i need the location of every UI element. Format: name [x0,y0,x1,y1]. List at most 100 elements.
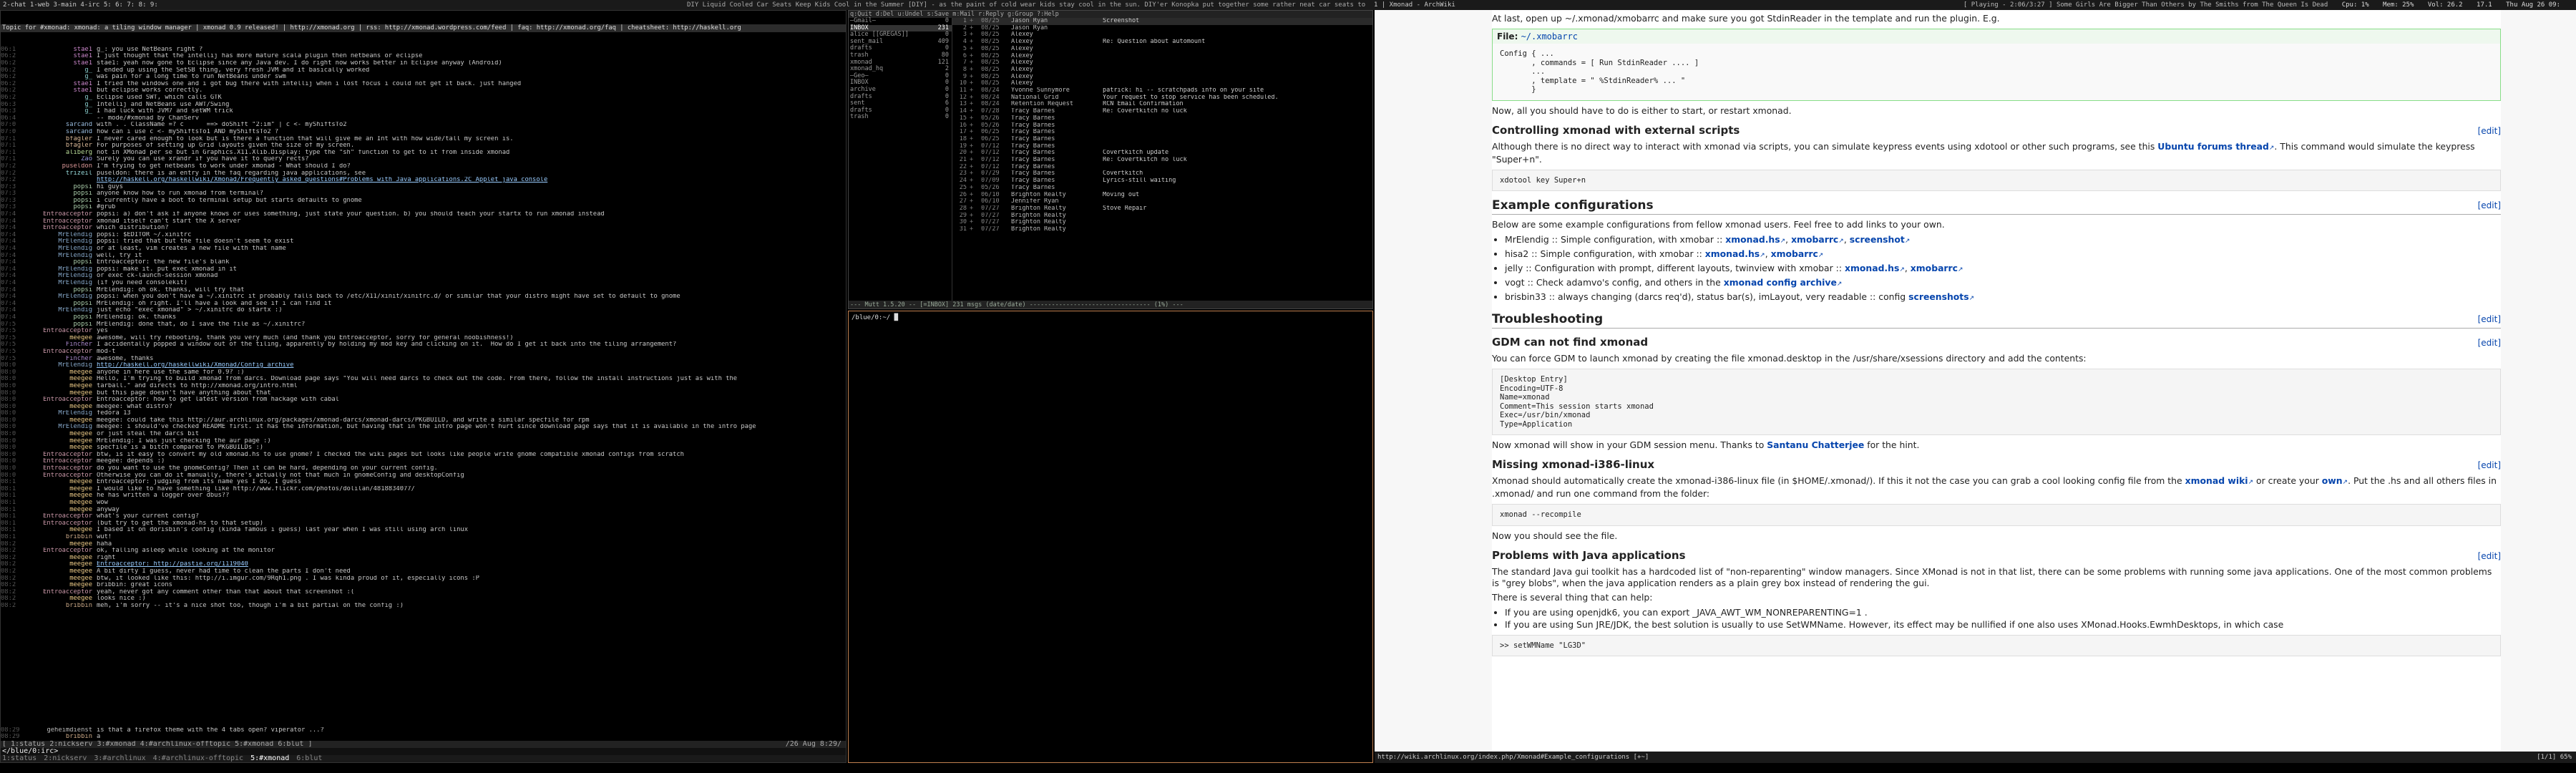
irc-nick[interactable]: bfagler [19,136,97,143]
xmonad-wiki-link[interactable]: xmonad wiki [2185,475,2248,486]
mailbox-item[interactable]: drafts 0 [850,93,952,101]
irc-nick[interactable]: Fincher [19,356,97,363]
irc-nick[interactable]: meegee [19,438,97,445]
message-row[interactable]: 30 +07/27 Brighton Realty [952,219,1372,226]
irc-nick[interactable] [19,177,97,184]
irc-tab[interactable]: 4:#archlinux-offtopic [153,754,243,762]
irc-nick[interactable]: popsi [19,314,97,321]
message-row[interactable]: 11 +08/24 Yvonne Sunnymore patrick: hi -- s… [952,87,1372,94]
own-config-link[interactable]: own [2322,475,2343,486]
message-row[interactable]: 8 +08/25 Alexey [952,67,1372,74]
config-link[interactable]: screenshot [1850,234,1905,245]
message-row[interactable]: 20 +07/12 Tracy Barnes Covertkitch update [952,150,1372,157]
message-row[interactable]: 3 +08/25 Alexey [952,31,1372,39]
irc-nick[interactable]: Entroacceptor [19,548,97,555]
edit-link[interactable]: [edit] [2478,460,2501,470]
message-row[interactable]: 16 +05/26 Tracy Barnes [952,122,1372,130]
message-row[interactable]: 17 +06/25 Tracy Barnes [952,129,1372,136]
irc-nick[interactable]: meegee [19,527,97,534]
irc-nick[interactable]: meegee [19,369,97,376]
message-row[interactable]: 15 +05/26 Tracy Barnes [952,115,1372,122]
irc-nick[interactable]: Entroacceptor [19,218,97,225]
irc-nick[interactable]: g_ [19,108,97,115]
irc-tab[interactable]: 2:nickserv [44,754,87,762]
message-row[interactable]: 14 +07/28 Tracy Barnes Re: Covertkitch no l… [952,108,1372,115]
message-row[interactable]: 10 +08/25 Alexey [952,80,1372,87]
irc-nick[interactable]: meegee [19,595,97,603]
irc-nick[interactable]: meegee [19,500,97,507]
irc-nick[interactable]: meegee [19,390,97,397]
message-row[interactable]: 22 +07/12 Tracy Barnes [952,164,1372,171]
message-row[interactable]: 26 +06/10 Brighton Realty Moving out [952,192,1372,199]
message-row[interactable]: 13 +08/24 Retention Request RCN Email Confi… [952,101,1372,108]
irc-nick[interactable]: meegee [19,335,97,342]
irc-nick[interactable]: meegee [19,479,97,486]
irc-nick[interactable]: meegee [19,376,97,383]
irc-nick[interactable]: g_ [19,94,97,102]
message-row[interactable]: 6 +08/25 Alexey [952,53,1372,60]
irc-nick[interactable]: MrElendig [19,253,97,260]
irc-nick[interactable]: popsi [19,287,97,294]
irc-nick[interactable]: popsi [19,198,97,205]
irc-nick[interactable]: popsi [19,184,97,191]
mailbox-item[interactable]: trash 0 [850,114,952,121]
edit-link[interactable]: [edit] [2478,314,2501,324]
irc-nick[interactable]: MrElendig [19,245,97,253]
irc-nick[interactable]: Entroacceptor [19,465,97,472]
edit-link[interactable]: [edit] [2478,200,2501,210]
irc-nick[interactable]: MrElendig [19,232,97,239]
irc-nick[interactable]: meegee [19,568,97,575]
message-row[interactable]: 12 +08/24 National Grid Your request to sto… [952,94,1372,102]
irc-nick[interactable]: g_ [19,67,97,74]
message-row[interactable]: 18 +06/25 Tracy Barnes [952,136,1372,143]
irc-message[interactable]: Entroacceptor: http://pastie.org/1119040 [97,561,846,568]
config-link[interactable]: xmobarrc [1791,234,1838,245]
irc-nick[interactable]: meegee [19,431,97,438]
irc-nick[interactable]: meegee [19,582,97,589]
config-link[interactable]: xmobarrc [1911,263,1958,273]
irc-nick[interactable]: MrElendig [19,293,97,301]
terminal-window[interactable]: /blue/0:~/ █ [848,311,1373,763]
mutt-sidebar[interactable]: —Gmail— 0 INBOX 231 alice [[GREGAS]] 0 sent_ma… [849,17,952,301]
message-row[interactable]: 29 +07/27 Brighton Realty [952,213,1372,220]
irc-nick[interactable]: MrElendig [19,307,97,314]
browser-window[interactable]: At last, open up ~/.xmonad/xmobarrc and … [1375,10,2576,763]
irc-nick[interactable]: Entroacceptor [19,225,97,232]
message-row[interactable]: 9 +08/25 Alexey [952,74,1372,81]
irc-nick[interactable]: aliberg [19,150,97,157]
config-link[interactable]: xmonad.hs [1845,263,1899,273]
irc-nick[interactable]: Entroacceptor [19,513,97,520]
irc-nick[interactable]: meegee [19,575,97,583]
irc-nick[interactable]: Entroacceptor [19,589,97,596]
irc-nick[interactable]: Entroacceptor [19,520,97,528]
irc-nick[interactable]: MrElendig [19,238,97,245]
irc-nick[interactable]: meegee [19,561,97,568]
message-row[interactable]: 1 +08/25 Jason Ryan Screenshot [952,18,1372,25]
message-row[interactable]: 19 +07/12 Tracy Barnes [952,143,1372,150]
irc-nick[interactable]: meegee [19,417,97,424]
message-row[interactable]: 7 +08/25 Alexey [952,59,1372,67]
irc-nick[interactable]: Entroacceptor [19,328,97,335]
irc-nick[interactable]: popsi [19,204,97,211]
irc-nick[interactable]: Entroacceptor [19,472,97,480]
message-row[interactable]: 5 +08/25 Alexey [952,46,1372,53]
irc-nick[interactable]: popsi [19,321,97,329]
irc-tab-bar[interactable]: 1:status 2:nickserv 3:#archlinux 4:#archlin… [1,755,846,762]
irc-nick[interactable]: MrElendig [19,273,97,280]
mutt-index[interactable]: 1 +08/25 Jason Ryan Screenshot 2 +08/25 Jason … [952,18,1372,301]
edit-link[interactable]: [edit] [2478,126,2501,136]
irc-message[interactable]: http://haskell.org/haskellwiki/Xmonad/Fr… [97,177,846,184]
irc-nick[interactable]: Zao [19,156,97,163]
mutt-window[interactable]: q:Quit d:Del u:Undel s:Save m:Mail r:Rep… [848,10,1373,309]
irc-nick[interactable]: sarcand [19,129,97,136]
irc-nick[interactable]: g_ [19,74,97,81]
edit-link[interactable]: [edit] [2478,338,2501,348]
irc-nick[interactable]: MrElendig [19,410,97,417]
irc-nick[interactable]: meegee [19,507,97,514]
config-link[interactable]: xmobarrc [1771,248,1818,259]
irc-nick[interactable]: meegee [19,444,97,452]
config-link[interactable]: screenshots [1908,291,1968,302]
irc-nick[interactable]: meegee [19,486,97,493]
irc-nick[interactable]: MrElendig [19,362,97,369]
irc-nick[interactable]: geheimdienst [19,727,97,734]
